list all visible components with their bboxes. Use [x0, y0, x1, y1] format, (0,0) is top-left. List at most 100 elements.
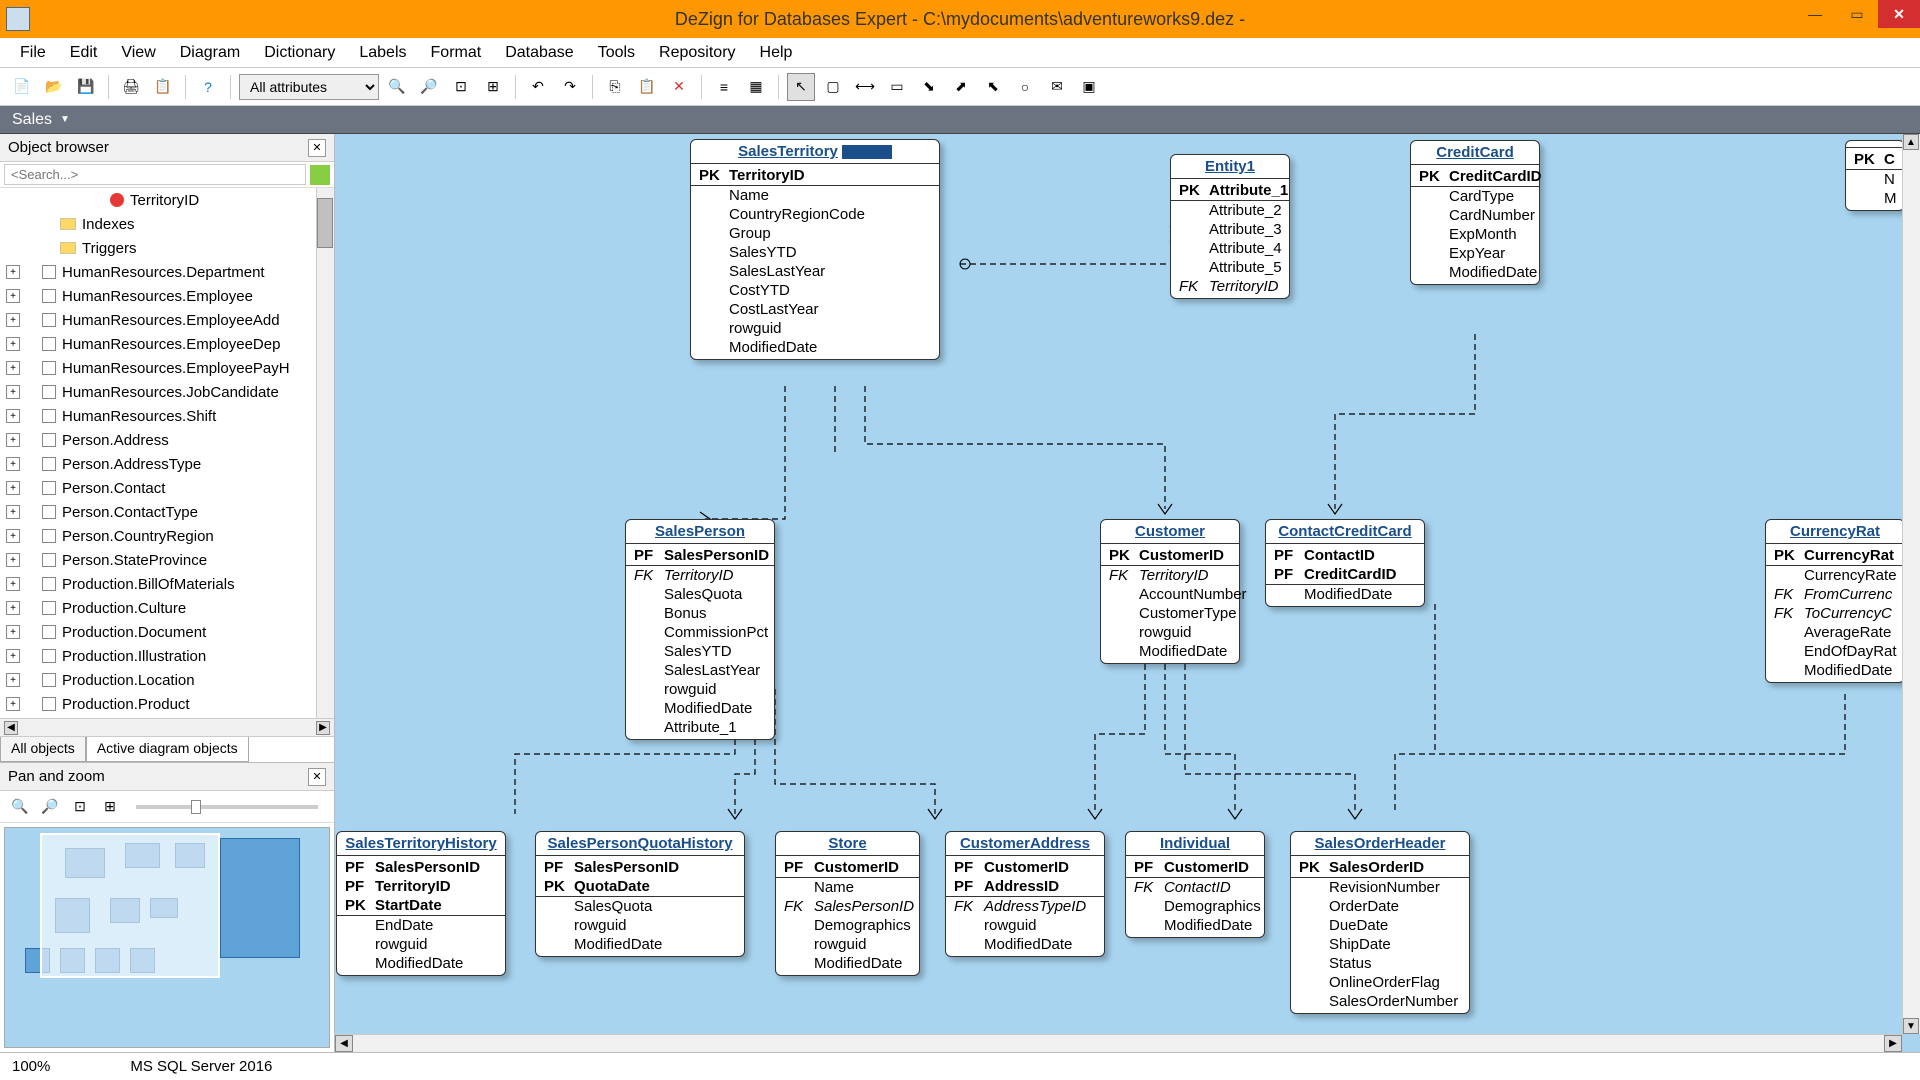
expand-icon[interactable]: +: [6, 553, 20, 567]
tree-item[interactable]: +HumanResources.JobCandidate: [0, 380, 334, 404]
tree-item[interactable]: +Production.ProductCategory: [0, 716, 334, 718]
zoom-in-button[interactable]: 🔍: [383, 73, 411, 101]
paste-button[interactable]: 📋: [633, 73, 661, 101]
save-button[interactable]: 💾: [72, 73, 100, 101]
minimize-button[interactable]: —: [1794, 0, 1836, 28]
tree-item[interactable]: +Production.Document: [0, 620, 334, 644]
entity-salesorderheader[interactable]: SalesOrderHeaderPKSalesOrderIDRevisionNu…: [1290, 831, 1470, 1014]
menu-format[interactable]: Format: [419, 40, 494, 66]
pz-100[interactable]: ⊞: [98, 795, 122, 819]
expand-icon[interactable]: +: [6, 409, 20, 423]
search-input[interactable]: [4, 164, 306, 185]
pz-fit[interactable]: ⊡: [68, 795, 92, 819]
attribute-filter[interactable]: All attributes: [239, 74, 379, 100]
object-tree[interactable]: TerritoryIDIndexesTriggers+HumanResource…: [0, 188, 334, 718]
tree-h-scroll[interactable]: ◀▶: [0, 718, 334, 736]
delete-button[interactable]: ✕: [665, 73, 693, 101]
entity-customer[interactable]: CustomerPKCustomerIDFKTerritoryIDAccount…: [1100, 519, 1240, 664]
pz-zoom-out[interactable]: 🔎: [38, 795, 62, 819]
panzoom-close[interactable]: ✕: [308, 768, 326, 786]
menu-file[interactable]: File: [8, 40, 58, 66]
tool-7[interactable]: ⬉: [979, 73, 1007, 101]
entity-store[interactable]: StorePFCustomerIDNameFKSalesPersonIDDemo…: [775, 831, 920, 976]
tool-9[interactable]: ✉: [1043, 73, 1071, 101]
help-button[interactable]: ?: [194, 73, 222, 101]
tree-item[interactable]: +Person.StateProvince: [0, 548, 334, 572]
expand-icon[interactable]: +: [6, 337, 20, 351]
tree-item[interactable]: +HumanResources.EmployeeDep: [0, 332, 334, 356]
entity-contactcreditcard[interactable]: ContactCreditCardPFContactIDPFCreditCard…: [1265, 519, 1425, 607]
redo-button[interactable]: ↷: [556, 73, 584, 101]
menu-help[interactable]: Help: [748, 40, 805, 66]
tree-item[interactable]: Indexes: [0, 212, 334, 236]
tree-item[interactable]: +Person.Address: [0, 428, 334, 452]
expand-icon[interactable]: +: [6, 265, 20, 279]
tree-item[interactable]: +HumanResources.EmployeePayH: [0, 356, 334, 380]
entity-salesterritoryhistory[interactable]: SalesTerritoryHistoryPFSalesPersonIDPFTe…: [336, 831, 506, 976]
tree-item[interactable]: +Production.Location: [0, 668, 334, 692]
copy-button[interactable]: ⎘: [601, 73, 629, 101]
tool-8[interactable]: ○: [1011, 73, 1039, 101]
expand-icon[interactable]: +: [6, 361, 20, 375]
expand-icon[interactable]: +: [6, 601, 20, 615]
zoom-out-button[interactable]: 🔎: [415, 73, 443, 101]
pz-slider[interactable]: [136, 805, 318, 809]
tree-item[interactable]: TerritoryID: [0, 188, 334, 212]
menu-labels[interactable]: Labels: [347, 40, 418, 66]
tree-item[interactable]: +Production.Culture: [0, 596, 334, 620]
expand-icon[interactable]: +: [6, 577, 20, 591]
pz-zoom-in[interactable]: 🔍: [8, 795, 32, 819]
expand-icon[interactable]: +: [6, 385, 20, 399]
expand-icon[interactable]: +: [6, 481, 20, 495]
tool-4[interactable]: ▭: [883, 73, 911, 101]
close-button[interactable]: ✕: [1878, 0, 1920, 28]
canvas-v-scroll[interactable]: ▲ ▼: [1902, 134, 1920, 1034]
diagram-canvas[interactable]: SalesTerritoryPKTerritoryIDNameCountryRe…: [335, 134, 1920, 1052]
entity-creditcard[interactable]: CreditCardPKCreditCardIDCardTypeCardNumb…: [1410, 140, 1540, 285]
tree-item[interactable]: +Person.ContactType: [0, 500, 334, 524]
tree-item[interactable]: +Production.Illustration: [0, 644, 334, 668]
diagram-selector[interactable]: Sales ▼: [0, 106, 1920, 134]
expand-icon[interactable]: +: [6, 433, 20, 447]
entity-partial1[interactable]: PKCNM: [1845, 140, 1905, 211]
tree-item[interactable]: +Person.Contact: [0, 476, 334, 500]
search-go-button[interactable]: [310, 165, 330, 185]
undo-button[interactable]: ↶: [524, 73, 552, 101]
menu-repository[interactable]: Repository: [647, 40, 747, 66]
expand-icon[interactable]: +: [6, 457, 20, 471]
tree-item[interactable]: +Production.BillOfMaterials: [0, 572, 334, 596]
pointer-tool[interactable]: ↖: [787, 73, 815, 101]
zoom-fit-button[interactable]: ⊡: [447, 73, 475, 101]
expand-icon[interactable]: +: [6, 673, 20, 687]
expand-icon[interactable]: +: [6, 697, 20, 711]
menu-database[interactable]: Database: [493, 40, 586, 66]
expand-icon[interactable]: +: [6, 313, 20, 327]
print-button[interactable]: 🖨: [117, 73, 145, 101]
align-button[interactable]: ≡: [710, 73, 738, 101]
tool-5[interactable]: ⬊: [915, 73, 943, 101]
entity-salespersonquotahistory[interactable]: SalesPersonQuotaHistoryPFSalesPersonIDPK…: [535, 831, 745, 957]
tree-item[interactable]: +HumanResources.EmployeeAdd: [0, 308, 334, 332]
open-button[interactable]: 📂: [40, 73, 68, 101]
tool-6[interactable]: ⬈: [947, 73, 975, 101]
menu-diagram[interactable]: Diagram: [168, 40, 252, 66]
tree-item[interactable]: +Production.Product: [0, 692, 334, 716]
entity-individual[interactable]: IndividualPFCustomerIDFKContactIDDemogra…: [1125, 831, 1265, 938]
layout-button[interactable]: ▦: [742, 73, 770, 101]
zoom-100-button[interactable]: ⊞: [479, 73, 507, 101]
entity-salesterritory[interactable]: SalesTerritoryPKTerritoryIDNameCountryRe…: [690, 139, 940, 360]
tree-item[interactable]: +HumanResources.Shift: [0, 404, 334, 428]
tool-10[interactable]: ▣: [1075, 73, 1103, 101]
new-button[interactable]: 📄: [8, 73, 36, 101]
menu-tools[interactable]: Tools: [586, 40, 647, 66]
menu-dictionary[interactable]: Dictionary: [252, 40, 347, 66]
tree-item[interactable]: +Person.CountryRegion: [0, 524, 334, 548]
entity-customeraddress[interactable]: CustomerAddressPFCustomerIDPFAddressIDFK…: [945, 831, 1105, 957]
canvas-h-scroll[interactable]: ◀▶: [335, 1034, 1902, 1052]
expand-icon[interactable]: +: [6, 649, 20, 663]
entity-currencyrate[interactable]: CurrencyRatPKCurrencyRatCurrencyRateFKFr…: [1765, 519, 1905, 683]
tree-item[interactable]: +Person.AddressType: [0, 452, 334, 476]
pz-minimap[interactable]: [4, 827, 330, 1048]
expand-icon[interactable]: +: [6, 289, 20, 303]
expand-icon[interactable]: +: [6, 505, 20, 519]
